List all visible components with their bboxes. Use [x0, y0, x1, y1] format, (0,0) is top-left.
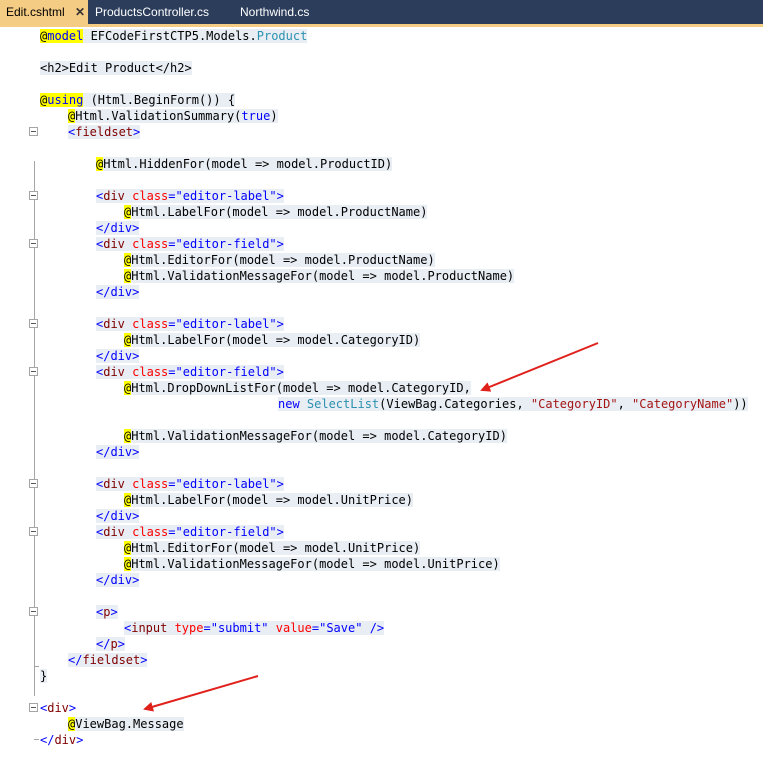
annotation-layer — [143, 342, 599, 712]
annotation-arrow — [143, 675, 259, 712]
annotation-arrow — [480, 342, 599, 392]
